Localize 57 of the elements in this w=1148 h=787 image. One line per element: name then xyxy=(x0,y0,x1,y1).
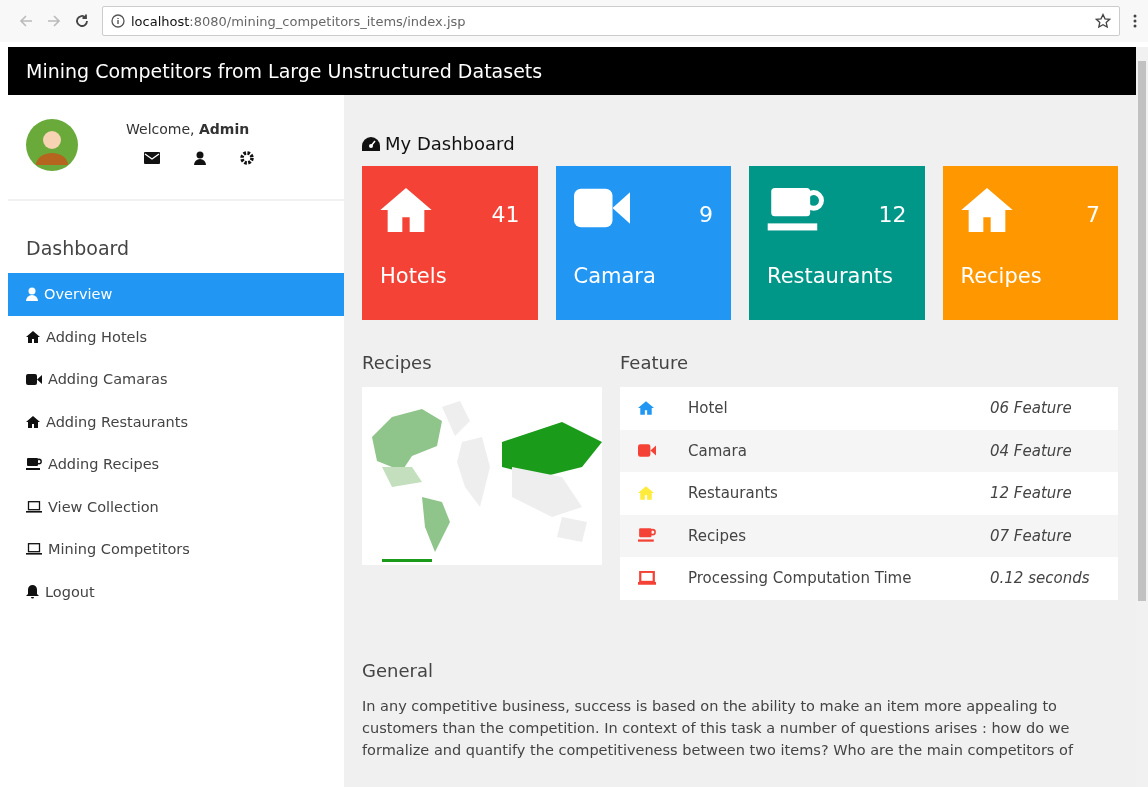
feature-value: 06 Feature xyxy=(990,399,1073,418)
welcome-text: Welcome, Admin xyxy=(126,121,251,137)
nav-item[interactable]: Logout xyxy=(8,570,344,613)
general-paragraph: In any competitive business, success is based on the ability to make an item more appealing to customers than the competition. In context of this task a number of questions arises : how do we formalize and quantify the competitiveness between two items? Who are the main competitors of xyxy=(362,696,1075,760)
section-title: General xyxy=(362,659,434,681)
app-title: Mining Competitors from Large Unstructured Datasets xyxy=(26,60,543,82)
user-icon[interactable] xyxy=(194,151,206,165)
mail-icon[interactable] xyxy=(144,152,160,164)
sidebar-heading: Dashboard xyxy=(25,236,131,261)
feature-value: 12 Feature xyxy=(990,484,1073,503)
menu-icon[interactable] xyxy=(1132,13,1138,29)
tile-count: 7 xyxy=(1086,202,1100,227)
feature-label: Camara xyxy=(688,441,748,460)
reload-icon[interactable] xyxy=(74,13,90,29)
stat-tile[interactable]: 12 Restaurants xyxy=(749,166,925,320)
feature-label: Restaurants xyxy=(688,484,779,503)
stat-tile[interactable]: 41 Hotels xyxy=(362,166,538,320)
address-bar[interactable]: localhost:8080/mining_competitors_items/index.jsp xyxy=(102,6,1120,36)
section-title: Feature xyxy=(620,352,690,373)
bell-icon xyxy=(26,584,39,599)
feature-label: Recipes xyxy=(688,526,747,545)
feature-value: 04 Feature xyxy=(990,441,1073,460)
dashboard-title: My Dashboard xyxy=(385,133,515,154)
feature-value: 07 Feature xyxy=(990,526,1073,545)
tile-label: Hotels xyxy=(380,264,448,288)
house-icon xyxy=(380,188,432,232)
video-camera-icon xyxy=(573,188,630,228)
tile-count: 12 xyxy=(878,202,907,227)
house-icon xyxy=(960,188,1013,232)
scrollbar[interactable] xyxy=(1136,47,1148,787)
tile-label: Recipes xyxy=(960,264,1043,288)
avatar-icon xyxy=(26,119,78,171)
nav-item[interactable]: View Collection xyxy=(8,485,344,528)
tile-count: 9 xyxy=(699,202,713,227)
tile-label: Restaurants xyxy=(767,264,894,288)
laptop-icon xyxy=(26,500,42,513)
cup-icon xyxy=(26,457,42,471)
info-icon xyxy=(111,14,125,28)
feature-label: Processing Computation Time xyxy=(688,569,913,588)
laptop-icon xyxy=(26,543,42,556)
tile-count: 41 xyxy=(491,202,520,227)
house-icon xyxy=(26,330,40,343)
dashboard-gauge-icon xyxy=(362,136,380,151)
tile-label: Camara xyxy=(573,264,657,288)
nav-item[interactable]: Mining Competitors xyxy=(8,528,344,571)
feature-value: 0.12 seconds xyxy=(990,569,1091,588)
nav-item[interactable]: Adding Restaurants xyxy=(8,400,344,443)
settings-icon[interactable] xyxy=(240,151,254,165)
star-icon[interactable] xyxy=(1095,13,1111,29)
nav-item[interactable]: Adding Hotels xyxy=(8,315,344,358)
section-title: Recipes xyxy=(362,352,433,373)
house-icon xyxy=(26,415,40,428)
user-icon xyxy=(26,287,38,302)
nav-item[interactable]: Adding Recipes xyxy=(8,443,344,486)
feature-label: Hotel xyxy=(688,399,729,418)
video-camera-icon xyxy=(26,373,42,385)
nav-item[interactable]: Adding Camaras xyxy=(8,358,344,401)
